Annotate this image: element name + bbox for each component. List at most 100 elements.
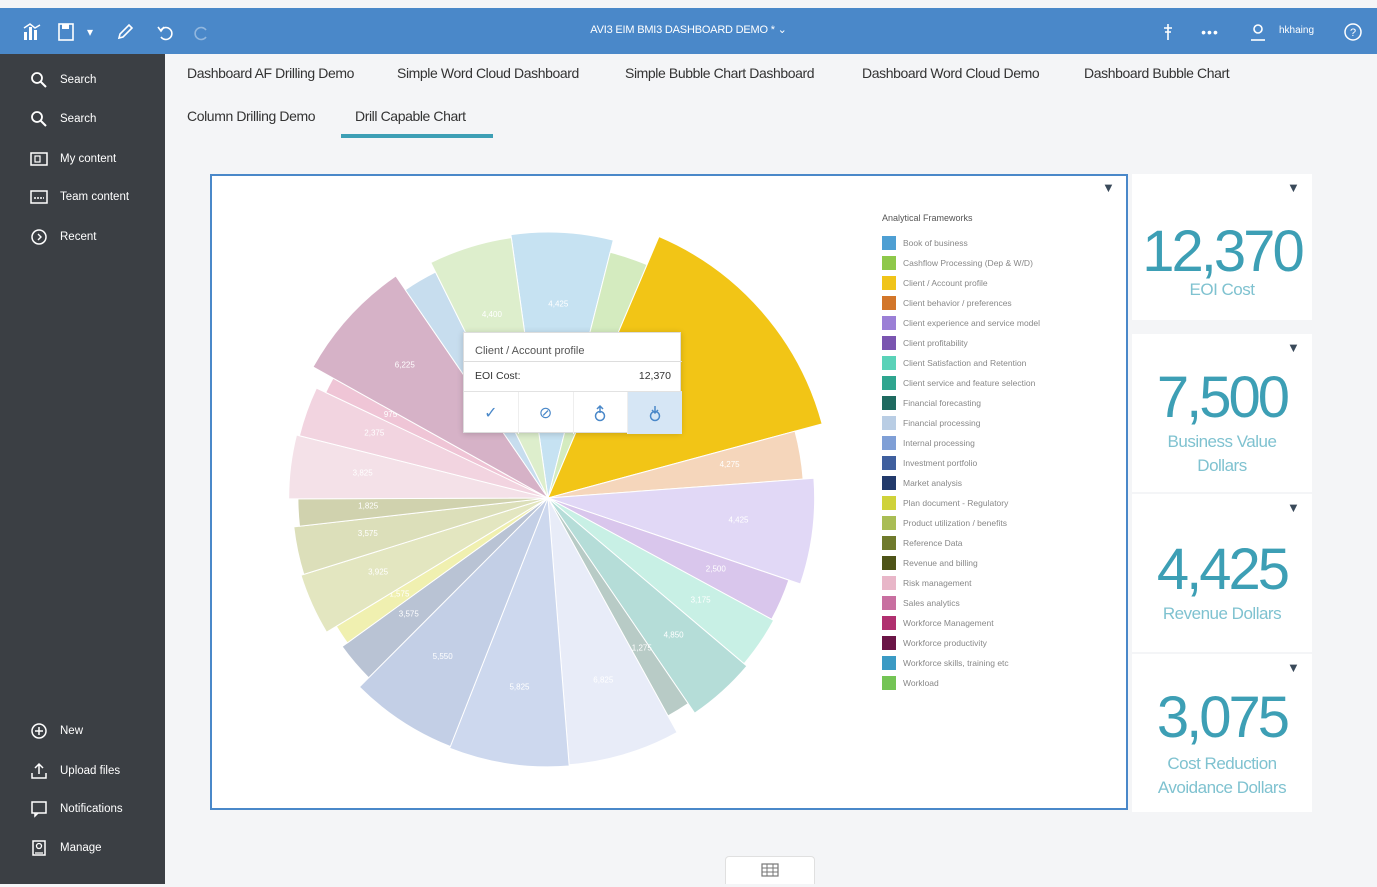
legend-item[interactable]: Product utilization / benefits <box>882 516 1007 530</box>
legend-label: Client / Account profile <box>903 278 988 288</box>
kpi-card-cost-reduction[interactable]: ▼ 3,075 Cost Reduction Avoidance Dollars <box>1132 654 1312 812</box>
drill-up-icon[interactable] <box>574 392 629 434</box>
filter-icon[interactable]: ▼ <box>1102 180 1115 195</box>
sidebar-item-label: Upload files <box>60 765 121 777</box>
kpi-card-eoi-cost[interactable]: ▼ 12,370 EOI Cost <box>1132 174 1312 320</box>
pin-icon[interactable] <box>1158 22 1178 42</box>
legend-item[interactable]: Reference Data <box>882 536 963 550</box>
tab-dashboard-bubble-chart[interactable]: Dashboard Bubble Chart <box>1084 65 1230 81</box>
legend-item[interactable]: Financial forecasting <box>882 396 981 410</box>
sidebar-item-label: New <box>60 725 84 737</box>
legend-swatch <box>882 496 896 510</box>
legend-swatch <box>882 636 896 650</box>
active-tab-indicator <box>341 134 493 138</box>
legend-swatch <box>882 676 896 690</box>
sidebar-item-my-content[interactable]: My content <box>28 147 116 171</box>
legend-item[interactable]: Sales analytics <box>882 596 960 610</box>
manage-icon <box>28 838 50 858</box>
legend-item[interactable]: Book of business <box>882 236 968 250</box>
legend-item[interactable]: Workforce productivity <box>882 636 987 650</box>
sidebar-item-new[interactable]: New <box>28 719 83 743</box>
plus-icon <box>28 721 50 741</box>
legend-swatch <box>882 656 896 670</box>
kpi-card-revenue[interactable]: ▼ 4,425 Revenue Dollars <box>1132 494 1312 652</box>
sidebar-item-upload-files[interactable]: Upload files <box>28 759 120 783</box>
tab-simple-word-cloud-dashboard[interactable]: Simple Word Cloud Dashboard <box>397 65 579 81</box>
legend-item[interactable]: Investment portfolio <box>882 456 977 470</box>
svg-text:?: ? <box>1350 27 1356 39</box>
dashboard-tabs: Dashboard AF Drilling Demo Simple Word C… <box>165 54 1377 164</box>
sidebar-item-team-content[interactable]: Team content <box>28 185 129 209</box>
legend-item[interactable]: Market analysis <box>882 476 962 490</box>
upload-icon <box>28 761 50 781</box>
legend-swatch <box>882 296 896 310</box>
user-name[interactable]: hkhaing <box>1279 25 1314 36</box>
sidebar-item-search[interactable]: Search <box>28 68 96 92</box>
filter-icon[interactable]: ▼ <box>1287 340 1300 355</box>
legend-title: Analytical Frameworks <box>882 213 973 223</box>
legend-item[interactable]: Client profitability <box>882 336 968 350</box>
sidebar-item-search-2[interactable]: Search <box>28 107 96 131</box>
legend-item[interactable]: Cashflow Processing (Dep & W/D) <box>882 256 1033 270</box>
tab-column-drilling-demo[interactable]: Column Drilling Demo <box>187 108 316 124</box>
legend-item[interactable]: Plan document - Regulatory <box>882 496 1008 510</box>
legend-label: Client behavior / preferences <box>903 298 1012 308</box>
filter-icon[interactable]: ▼ <box>1287 660 1300 675</box>
tooltip-measure-value: 12,370 <box>638 370 671 382</box>
legend-item[interactable]: Client behavior / preferences <box>882 296 1012 310</box>
sidebar-item-recent[interactable]: Recent <box>28 225 96 249</box>
legend-item[interactable]: Workload <box>882 676 939 690</box>
more-icon[interactable]: ••• <box>1200 22 1220 42</box>
tab-drill-capable-chart[interactable]: Drill Capable Chart <box>355 108 466 124</box>
sidebar-item-manage[interactable]: Manage <box>28 836 102 860</box>
sidebar-item-label: My content <box>60 153 117 165</box>
legend-label: Workforce productivity <box>903 638 987 648</box>
sidebar-item-notifications[interactable]: Notifications <box>28 797 123 821</box>
legend-swatch <box>882 596 896 610</box>
legend-item[interactable]: Client experience and service model <box>882 316 1040 330</box>
pie-data-label: 4,400 <box>482 310 503 319</box>
legend-item[interactable]: Client / Account profile <box>882 276 988 290</box>
search-icon <box>28 109 50 129</box>
pie-data-label: 4,275 <box>720 460 741 469</box>
tab-dashboard-af-drilling-demo[interactable]: Dashboard AF Drilling Demo <box>187 65 354 81</box>
tab-dashboard-word-cloud-demo[interactable]: Dashboard Word Cloud Demo <box>862 65 1040 81</box>
pie-chart[interactable]: 4,425 4,275 4,425 2,500 3,175 4,850 1,275 6,825… <box>270 210 830 790</box>
legend-item[interactable]: Revenue and billing <box>882 556 978 570</box>
kpi-label-line-2: Avoidance Dollars <box>1157 778 1287 797</box>
legend-item[interactable]: Workforce skills, training etc <box>882 656 1009 670</box>
legend-swatch <box>882 276 896 290</box>
exclude-icon[interactable]: ⊘ <box>519 392 574 434</box>
legend-item[interactable]: Client Satisfaction and Retention <box>882 356 1026 370</box>
tab-simple-bubble-chart-dashboard[interactable]: Simple Bubble Chart Dashboard <box>625 65 815 81</box>
legend-item[interactable]: Workforce Management <box>882 616 994 630</box>
kpi-card-business-value[interactable]: ▼ 7,500 Business Value Dollars <box>1132 334 1312 492</box>
user-icon[interactable] <box>1248 22 1268 42</box>
legend-swatch <box>882 236 896 250</box>
drill-down-icon[interactable] <box>628 392 682 434</box>
clock-icon <box>28 227 50 247</box>
filter-icon[interactable]: ▼ <box>1287 180 1300 195</box>
legend-item[interactable]: Client service and feature selection <box>882 376 1035 390</box>
pie-data-label: 4,850 <box>664 630 685 639</box>
legend-swatch <box>882 576 896 590</box>
kpi-value: 7,500 <box>1156 365 1290 430</box>
filter-icon[interactable]: ▼ <box>1287 500 1300 515</box>
kpi-label: Business Value <box>1167 432 1277 451</box>
legend-label: Reference Data <box>903 538 963 548</box>
kpi-value: 4,425 <box>1156 537 1290 602</box>
pie-data-label: 4,425 <box>728 515 749 524</box>
check-icon[interactable]: ✓ <box>464 392 519 434</box>
help-icon[interactable]: ? <box>1343 22 1363 42</box>
legend-item[interactable]: Risk management <box>882 576 972 590</box>
legend-swatch <box>882 376 896 390</box>
chevron-down-icon[interactable]: ⌄ <box>778 24 787 36</box>
data-view-toggle[interactable] <box>725 856 815 884</box>
legend-swatch <box>882 336 896 350</box>
legend-item[interactable]: Financial processing <box>882 416 980 430</box>
legend-label: Client profitability <box>903 338 968 348</box>
legend-swatch <box>882 436 896 450</box>
legend-label: Investment portfolio <box>903 458 978 468</box>
legend-item[interactable]: Internal processing <box>882 436 975 450</box>
legend-swatch <box>882 396 896 410</box>
